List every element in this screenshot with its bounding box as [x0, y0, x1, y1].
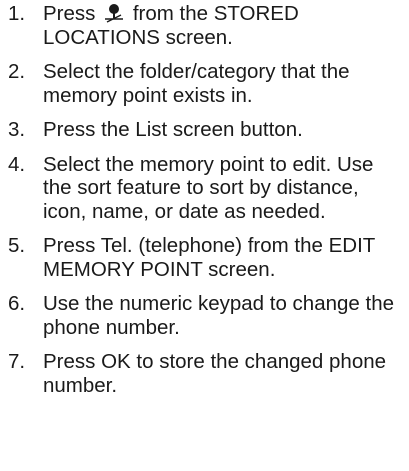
step-text: Press OK to store the changed phone numb…	[43, 350, 387, 397]
step-number: 3.	[8, 118, 26, 141]
step-text: Select the folder/category that the memo…	[43, 60, 350, 107]
map-pin-icon	[105, 4, 124, 23]
step-number: 2.	[8, 60, 26, 83]
step-5: 5. Press Tel. (telephone) from the EDIT …	[0, 234, 409, 281]
step-text-before-icon: Press	[43, 2, 96, 25]
step-6: 6. Use the numeric keypad to change the …	[0, 292, 409, 339]
step-text: Use the numeric keypad to change the pho…	[43, 292, 394, 339]
instruction-list: 1. Press from the STORED LOCATIONS scree…	[0, 0, 409, 397]
step-number: 4.	[8, 152, 26, 176]
step-3: 3. Press the List screen button.	[0, 118, 409, 142]
step-number: 7.	[8, 350, 26, 373]
step-4: 4. Select the memory point to edit. Use …	[0, 153, 409, 224]
step-text: Press the List screen button.	[43, 118, 303, 141]
step-7: 7. Press OK to store the changed phone n…	[0, 350, 409, 397]
step-2: 2. Select the folder/category that the m…	[0, 60, 409, 107]
step-1: 1. Press from the STORED LOCATIONS scree…	[0, 2, 409, 49]
step-number: 5.	[8, 234, 26, 257]
step-text: Select the memory point to edit. Use the…	[43, 152, 374, 223]
step-text: Press from the STORED LOCATIONS screen.	[43, 2, 409, 49]
step-number: 1.	[8, 2, 26, 25]
step-text: Press Tel. (telephone) from the EDIT MEM…	[43, 234, 375, 281]
step-number: 6.	[8, 292, 26, 315]
